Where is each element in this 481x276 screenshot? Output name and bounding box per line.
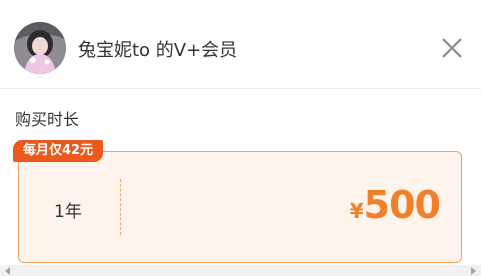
- close-button[interactable]: [440, 36, 464, 60]
- purchase-duration-label: 购买时长: [15, 110, 80, 129]
- scroll-right-arrow-icon[interactable]: [471, 267, 476, 275]
- plan-price: ¥500: [349, 183, 441, 227]
- plan-duration: 1年: [54, 202, 82, 222]
- plan-divider: [120, 179, 121, 235]
- scroll-left-arrow-icon[interactable]: [5, 267, 10, 275]
- discount-badge: 每月仅42元: [13, 140, 104, 162]
- currency-symbol: ¥: [349, 199, 364, 223]
- close-icon[interactable]: [440, 36, 464, 60]
- dialog-header: 兔宝妮to 的V+会员: [0, 0, 481, 89]
- page-title: 兔宝妮to 的V+会员: [78, 40, 238, 61]
- horizontal-scrollbar[interactable]: [0, 265, 481, 276]
- avatar: [14, 22, 66, 74]
- user-avatar-icon: [14, 22, 66, 74]
- price-amount: 500: [363, 183, 441, 227]
